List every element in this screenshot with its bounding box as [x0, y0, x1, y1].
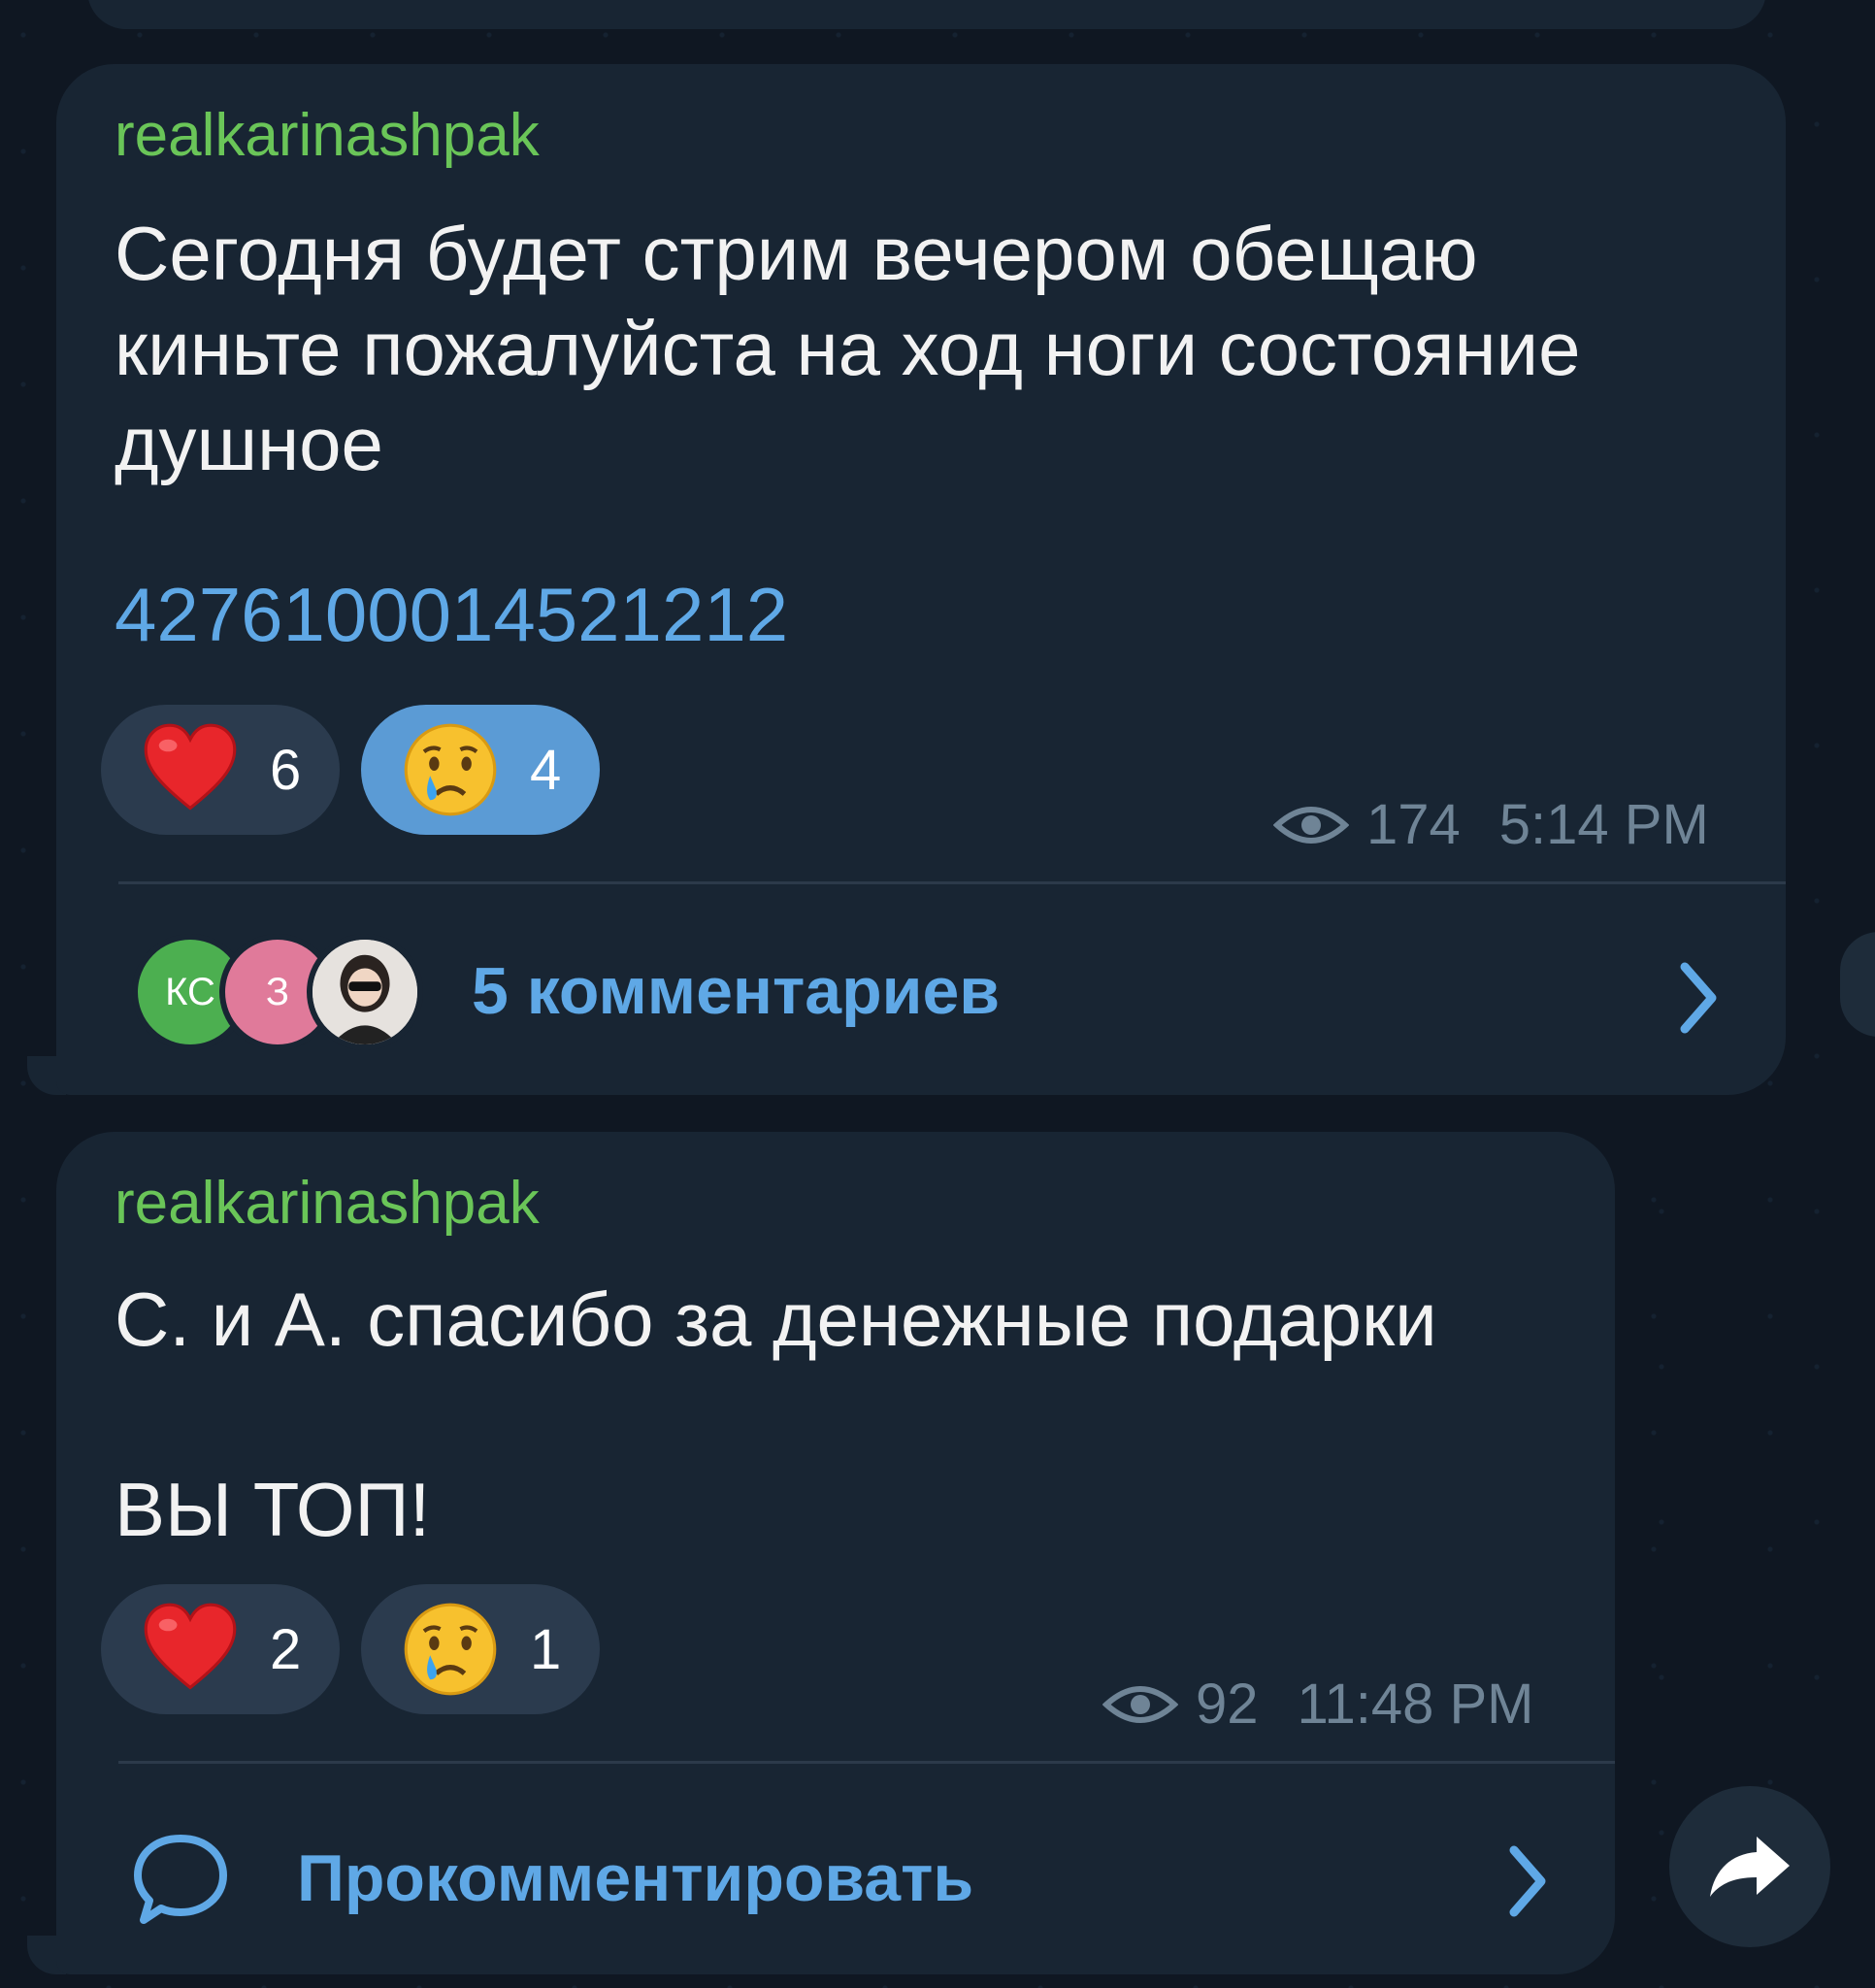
views-eye-icon	[1273, 806, 1349, 844]
divider	[118, 881, 1786, 884]
chevron-right-icon	[1509, 1845, 1546, 1917]
post-time: 5:14 PM	[1498, 793, 1709, 856]
heart-emoji	[140, 1599, 241, 1700]
reaction-count: 2	[270, 1617, 302, 1681]
views-count: 174	[1366, 793, 1461, 856]
leave-comment-label: Прокомментировать	[297, 1841, 974, 1915]
share-button[interactable]	[1669, 1786, 1830, 1947]
divider	[118, 1761, 1615, 1764]
reaction-count: 6	[270, 738, 302, 802]
post-text: С. и А. спасибо за денежные подарки ВЫ Т…	[115, 1276, 1437, 1552]
reaction-crying[interactable]: 4	[361, 705, 600, 835]
heart-emoji	[140, 719, 241, 820]
views-eye-icon	[1102, 1685, 1178, 1723]
views-count: 92	[1196, 1673, 1259, 1736]
previous-message-bubble[interactable]	[87, 0, 1766, 29]
reaction-heart[interactable]: 6	[101, 705, 340, 835]
photo-avatar	[307, 934, 423, 1050]
chevron-right-icon	[1680, 962, 1717, 1034]
reaction-crying[interactable]: 1	[361, 1584, 600, 1714]
crying-face-emoji	[400, 719, 501, 820]
post-time: 11:48 PM	[1297, 1673, 1534, 1736]
reaction-count: 1	[530, 1617, 562, 1681]
comments-count-label: 5 комментариев	[472, 954, 1001, 1028]
post-author[interactable]: realkarinashpak	[115, 101, 540, 170]
reaction-heart[interactable]: 2	[101, 1584, 340, 1714]
post-text: Сегодня будет стрим вечером обещаю киньт…	[115, 211, 1581, 486]
share-arrow-icon	[1710, 1837, 1790, 1897]
comment-row[interactable]: Прокомментировать	[56, 1788, 1615, 1953]
card-number-link[interactable]: 4276100014521212	[115, 571, 788, 659]
reaction-count: 4	[530, 738, 562, 802]
crying-face-emoji	[400, 1599, 501, 1700]
comment-bubble-icon	[134, 1835, 227, 1924]
post-meta: 92 11:48 PM	[1102, 1672, 1533, 1737]
comments-row[interactable]: КС З 5 комментариев	[56, 909, 1786, 1074]
post-meta: 174 5:14 PM	[1273, 792, 1709, 857]
post-author[interactable]: realkarinashpak	[115, 1169, 540, 1238]
channel-post[interactable]: realkarinashpak С. и А. спасибо за денеж…	[56, 1132, 1615, 1974]
channel-post[interactable]: realkarinashpak Сегодня будет стрим вече…	[56, 64, 1786, 1095]
